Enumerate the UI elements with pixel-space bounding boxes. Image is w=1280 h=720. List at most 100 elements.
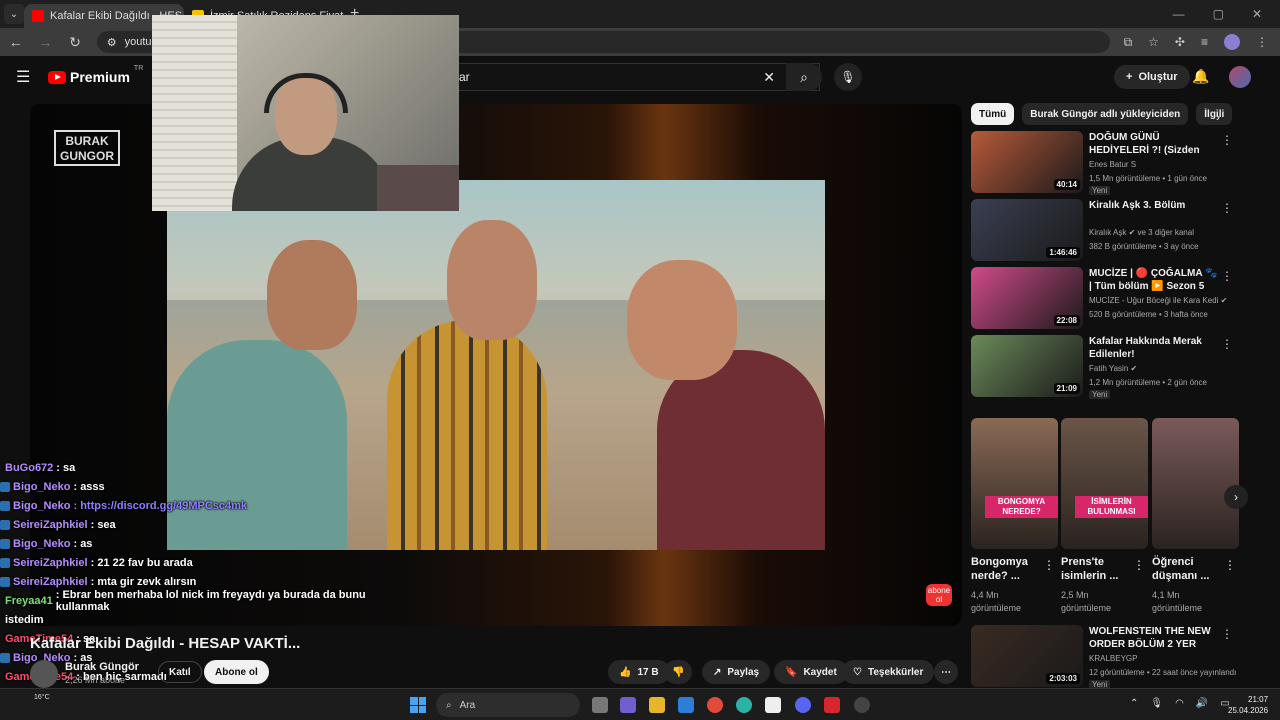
recommended-video[interactable]: 1:46:46 Kiralık Aşk 3. Bölüm Kiralık Aşk ✔… (971, 199, 1233, 263)
chrome-icon[interactable] (707, 697, 723, 713)
new-badge: Yeni (1089, 186, 1111, 195)
edge-icon[interactable] (736, 697, 752, 713)
short-thumbnail[interactable]: İSİMLERİN BULUNMASI (1061, 418, 1148, 549)
short-thumbnail[interactable] (1152, 418, 1239, 549)
video-thumbnail[interactable]: 2:03:03 (971, 625, 1083, 687)
widgets-icon[interactable] (620, 697, 636, 713)
hamburger-menu-icon[interactable]: ☰ (16, 67, 36, 87)
subscribe-watermark-icon[interactable]: abone ol (926, 584, 952, 606)
dislike-button[interactable]: 👎 (664, 660, 693, 684)
back-icon[interactable]: ← (8, 34, 24, 50)
tab-search-button[interactable]: ⌄ (4, 4, 24, 24)
more-actions-button[interactable]: ⋯ (934, 660, 958, 684)
reload-icon[interactable]: ↻ (67, 34, 83, 51)
weather-widget[interactable]: 16°C (34, 694, 50, 701)
youtube-premium-logo[interactable]: Premium TR (48, 65, 143, 85)
chevron-right-icon[interactable]: › (1216, 110, 1220, 124)
extensions-icon[interactable]: ✣ (1175, 35, 1185, 49)
chat-badge-icon (0, 576, 10, 587)
video-thumbnail[interactable]: 22:08 (971, 267, 1083, 329)
taskbar-search[interactable]: ⌕ Ara (436, 693, 580, 717)
save-button[interactable]: 🔖 Kaydet (774, 660, 848, 684)
recommended-video[interactable]: 40:14 DOĞUM GÜNÜ HEDİYELERİ ?! (Sizden Ge… (971, 131, 1233, 195)
screen: ⌄ Kafalar Ekibi Dağıldı - HESA ✕ İzmir S… (0, 0, 1280, 720)
site-info-icon[interactable]: ⚙ (107, 36, 117, 49)
obs-icon[interactable] (854, 697, 870, 713)
short-title[interactable]: Öğrenci düşmanı ... (1152, 555, 1232, 583)
app-red-icon[interactable] (824, 697, 840, 713)
recommended-video[interactable]: 21:09 Kafalar Hakkında Merak Edilenler! Fa… (971, 335, 1233, 399)
thanks-button[interactable]: ♡ Teşekkürler (842, 660, 935, 684)
channel-name[interactable]: Kiralık Aşk ✔ ve 3 diğer kanal (1089, 228, 1194, 237)
channel-name[interactable]: Enes Batur S (1089, 160, 1136, 169)
app-icon[interactable] (765, 697, 781, 713)
profile-avatar[interactable] (1224, 34, 1240, 50)
more-vertical-icon[interactable]: ⋮ (1221, 269, 1233, 283)
short-title[interactable]: Prens'te isimlerin ... (1061, 555, 1141, 583)
clear-search-icon[interactable]: ✕ (763, 69, 775, 86)
more-vertical-icon[interactable]: ⋮ (1221, 627, 1233, 641)
channel-name[interactable]: KRALBEYGP (1089, 654, 1137, 663)
recommended-video[interactable]: 22:08 MUCİZE | 🔴 ÇOĞALMA 🐾 | Tüm bölüm ▶️… (971, 267, 1233, 331)
reading-list-icon[interactable]: ≡ (1201, 35, 1208, 49)
forward-icon[interactable]: → (38, 34, 54, 50)
search-button[interactable]: ⌕ (786, 63, 822, 91)
channel-name[interactable]: Burak Güngör (65, 661, 139, 673)
notifications-bell-icon[interactable]: 🔔 (1192, 68, 1209, 85)
microphone-icon[interactable]: 🎙 (1150, 698, 1163, 709)
chip-from-uploader[interactable]: Burak Güngör adlı yükleyiciden (1022, 103, 1189, 125)
video-title[interactable]: Kiralık Aşk 3. Bölüm (1089, 199, 1219, 212)
maximize-icon[interactable]: ▢ (1213, 7, 1224, 21)
channel-name[interactable]: Fatih Yasin ✔ (1089, 364, 1137, 373)
subscribe-button[interactable]: Abone ol (204, 660, 269, 684)
plus-icon: + (1126, 71, 1133, 83)
chip-related[interactable]: İlgili (1196, 103, 1233, 125)
recommended-video[interactable]: 2:03:03 WOLFENSTEIN THE NEW ORDER BÖLÜM 2… (971, 625, 1236, 689)
video-duration: 2:03:03 (1046, 673, 1080, 684)
video-thumbnail[interactable]: 21:09 (971, 335, 1083, 397)
wifi-icon[interactable]: ◠ (1175, 698, 1184, 709)
short-caption: BONGOMYA NEREDE? (985, 496, 1058, 518)
more-vertical-icon[interactable]: ⋮ (1043, 558, 1055, 572)
short-title[interactable]: Bongomya nerde? ... (971, 555, 1051, 583)
more-vertical-icon[interactable]: ⋮ (1133, 558, 1145, 572)
video-title[interactable]: WOLFENSTEIN THE NEW ORDER BÖLÜM 2 YER AL… (1089, 625, 1219, 651)
tray-overflow-icon[interactable]: ⌃ (1130, 698, 1138, 709)
short-meta: Öğrenci düşmanı ... 4,1 Mn görüntüleme (1152, 555, 1232, 615)
store-icon[interactable] (678, 697, 694, 713)
account-avatar[interactable] (1229, 66, 1251, 88)
like-button[interactable]: 👍 17 B (608, 660, 670, 684)
join-button[interactable]: Katıl (158, 661, 202, 683)
chip-all[interactable]: Tümü (971, 103, 1015, 125)
channel-name[interactable]: MUCİZE - Uğur Böceği ile Kara Kedi ✔ (1089, 296, 1227, 305)
video-title[interactable]: Kafalar Hakkında Merak Edilenler! (1089, 335, 1219, 361)
bookmark-star-icon[interactable]: ☆ (1148, 35, 1159, 49)
more-vertical-icon[interactable]: ⋮ (1221, 201, 1233, 215)
file-explorer-icon[interactable] (649, 697, 665, 713)
video-thumbnail[interactable]: 1:46:46 (971, 199, 1083, 261)
clock[interactable]: 21:07 25.04.2026 (1228, 694, 1268, 716)
more-vertical-icon[interactable]: ⋮ (1221, 133, 1233, 147)
minimize-icon[interactable]: — (1173, 7, 1185, 21)
search-input[interactable]: ar ✕ (440, 63, 820, 91)
task-view-icon[interactable] (592, 697, 608, 713)
discord-icon[interactable] (795, 697, 811, 713)
video-title[interactable]: MUCİZE | 🔴 ÇOĞALMA 🐾 | Tüm bölüm ▶️ Sezo… (1089, 267, 1219, 293)
voice-search-button[interactable]: 🎙 (834, 63, 862, 91)
share-button[interactable]: ↗ Paylaş (702, 660, 771, 684)
close-window-icon[interactable]: ✕ (1252, 7, 1262, 21)
shorts-next-button[interactable]: › (1224, 485, 1248, 509)
create-button[interactable]: + Oluştur (1114, 65, 1190, 89)
channel-avatar[interactable] (30, 660, 58, 688)
volume-icon[interactable]: 🔊 (1196, 698, 1208, 709)
video-duration: 22:08 (1053, 315, 1080, 326)
start-button[interactable] (410, 697, 426, 713)
video-title[interactable]: DOĞUM GÜNÜ HEDİYELERİ ?! (Sizden Gelenle… (1089, 131, 1219, 157)
clock-date: 25.04.2026 (1228, 706, 1269, 715)
more-vertical-icon[interactable]: ⋮ (1224, 558, 1236, 572)
short-thumbnail[interactable]: BONGOMYA NEREDE? (971, 418, 1058, 549)
video-thumbnail[interactable]: 40:14 (971, 131, 1083, 193)
cast-icon[interactable]: ⧉ (1124, 35, 1133, 50)
more-vertical-icon[interactable]: ⋮ (1221, 337, 1233, 351)
menu-dots-icon[interactable]: ⋮ (1256, 35, 1268, 49)
